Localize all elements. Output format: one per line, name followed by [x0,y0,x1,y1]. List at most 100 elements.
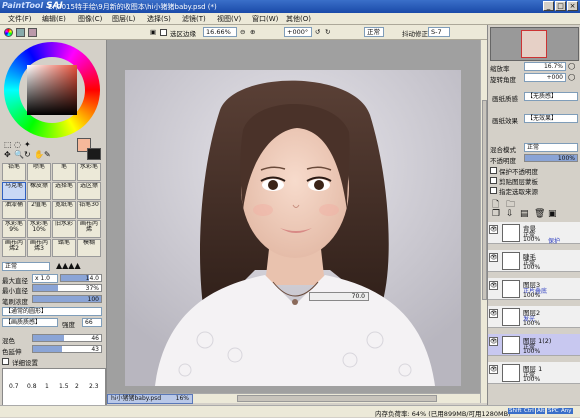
brush-tool-button[interactable]: 宽纸笔 [52,201,76,219]
layer-row[interactable]: 👁 图层2 发光 100% [488,306,580,328]
brush-tool-button[interactable]: 画布丙烯 [77,220,101,238]
layer-mask-icon[interactable]: ▣ [548,209,557,219]
secondary-color-swatch[interactable] [87,148,101,160]
rotate-tool-icon[interactable]: ↻ [24,150,31,159]
detail-settings-checkbox[interactable] [2,358,9,365]
menu-edit[interactable]: 编辑(E) [42,14,66,24]
horizontal-scroll-thumb[interactable] [237,395,437,402]
close-button[interactable]: × [567,1,578,11]
document-tab[interactable]: hi小猪猪baby.psd 16% [107,394,193,404]
layer-blend-mode-select[interactable]: 正常 [524,143,578,152]
size-preset[interactable]: 2 [75,383,79,390]
brush-tool-button[interactable]: 水彩笔10% [27,220,51,238]
layer-row[interactable]: 👁 图层 1(2) 正常 100% [488,334,580,356]
size-preset[interactable]: 1 [45,383,49,390]
delete-layer-icon[interactable]: 🗑 [534,209,545,219]
hand-icon[interactable]: ✋ [34,150,44,159]
maximize-button[interactable]: □ [555,1,566,11]
brush-tool-button[interactable]: 选择笔 [52,182,76,200]
layer-visibility-icon[interactable]: 👁 [489,281,498,290]
protect-opacity-checkbox[interactable] [490,167,497,174]
select-rect-icon[interactable]: ⬚ [4,140,12,149]
layer-row[interactable]: 👁 图层 1 正常 100% [488,362,580,384]
menu-filter[interactable]: 滤镜(T) [182,14,206,24]
brush-tool-button[interactable]: 水彩笔9% [2,220,26,238]
brush-tool-button[interactable]: 旧水彩 [52,220,76,238]
brush-texture-select[interactable]: 【画质质感】 [2,318,58,327]
brush-tool-button[interactable]: 笔 [52,163,76,181]
swatches-toggle-icon[interactable] [28,28,37,37]
stabilizer-select[interactable]: S-7 [428,27,450,37]
selection-edge-checkbox[interactable] [160,29,167,36]
clear-layer-icon[interactable]: ▤ [520,209,529,219]
menu-image[interactable]: 图像(C) [78,14,102,24]
brush-tool-button[interactable]: 蜡笔 [52,239,76,257]
layer-row[interactable]: 👁 背景 正常 100% 保护 [488,222,580,245]
brush-tool-button[interactable]: 2值笔 [27,201,51,219]
brush-tool-button[interactable]: 模糊 [77,239,101,257]
brush-shape-select[interactable]: 【通常的圆形】 [2,307,102,316]
canvas-area[interactable]: 70.0 [107,40,480,393]
brush-tool-button[interactable]: 水彩笔 [77,163,101,181]
menu-view[interactable]: 视图(V) [217,14,241,24]
zoom-in-icon[interactable]: ⊕ [250,28,255,36]
nav-angle-field[interactable]: +000 [524,73,566,82]
layer-visibility-icon[interactable]: 👁 [489,337,498,346]
size-multiplier-select[interactable]: x 1.0 [32,274,58,283]
zoom-field[interactable]: 16.66% [203,27,237,37]
lasso-icon[interactable]: ◌ [14,140,21,149]
magic-wand-icon[interactable]: ✦ [24,140,31,149]
menu-file[interactable]: 文件(F) [8,14,32,24]
menu-other[interactable]: 其他(O) [286,14,311,24]
nav-zoom-field[interactable]: 16.7% [524,62,566,71]
dilution-slider[interactable]: 43 [32,345,102,353]
brush-tool-button[interactable]: 画布丙烯3 [27,239,51,257]
selection-source-checkbox[interactable] [490,187,497,194]
clipping-mask-checkbox[interactable] [490,177,497,184]
layer-row[interactable]: 👁 睫毛 正常 100% [488,250,580,272]
zoom-out-icon[interactable]: ⊖ [240,28,245,36]
layer-visibility-icon[interactable]: 👁 [489,225,498,234]
vertical-scrollbar[interactable] [480,40,487,403]
size-preset[interactable]: 0.7 [9,383,19,390]
fit-icon[interactable]: ▣ [150,28,156,36]
minimize-button[interactable]: _ [543,1,554,11]
size-preset[interactable]: 1.5 [59,383,69,390]
brush-mode-select[interactable]: 正常 [2,262,50,271]
color-slider-toggle-icon[interactable] [16,28,25,37]
brush-tool-button[interactable]: 画布丙烯2 [2,239,26,257]
brush-tool-button[interactable]: 选区擦 [77,182,101,200]
layer-visibility-icon[interactable]: 👁 [489,365,498,374]
rotate-right-icon[interactable]: ↻ [325,28,330,36]
nav-zoom-reset-icon[interactable]: ◯ [568,62,575,70]
paper-texture-select[interactable]: 【无质感】 [524,92,578,101]
brush-shape-icons[interactable]: ▲▲▲▲ [56,261,81,270]
rotate-left-icon[interactable]: ↺ [315,28,320,36]
navigator-preview[interactable] [490,27,579,61]
min-size-slider[interactable]: 37% [32,284,102,292]
size-preset[interactable]: 2.3 [89,383,99,390]
eyedropper-icon[interactable]: ✎ [44,150,51,159]
angle-field[interactable]: +000° [284,27,312,37]
saturation-value-square[interactable] [27,65,77,115]
nav-angle-reset-icon[interactable]: ◯ [568,73,575,81]
brush-tool-button[interactable]: 橡皮擦 [27,182,51,200]
brush-tool-button[interactable]: 铅笔 [2,163,26,181]
menu-window[interactable]: 窗口(W) [252,14,278,24]
merge-down-icon[interactable]: ⇩ [506,209,514,219]
layer-opacity-slider[interactable]: 100% [524,154,578,162]
menu-layer[interactable]: 图层(L) [112,14,135,24]
layer-visibility-icon[interactable]: 👁 [489,253,498,262]
copy-layer-icon[interactable]: ❐ [492,209,500,219]
move-icon[interactable]: ✥ [4,150,11,159]
blend-mode-select[interactable]: 正常 [364,27,384,37]
color-wheel-toggle-icon[interactable] [4,28,13,37]
menu-select[interactable]: 选择(S) [147,14,171,24]
canvas-image[interactable] [125,70,461,386]
layer-visibility-icon[interactable]: 👁 [489,309,498,318]
brush-tool-button[interactable]: 马克笔 [2,182,26,200]
density-slider[interactable]: 100 [32,295,102,303]
strength-field[interactable]: 66 [82,318,102,327]
layer-row[interactable]: 👁 图层3 正片叠底 100% [488,278,580,300]
brush-tool-button[interactable]: 油漆桶 [2,201,26,219]
